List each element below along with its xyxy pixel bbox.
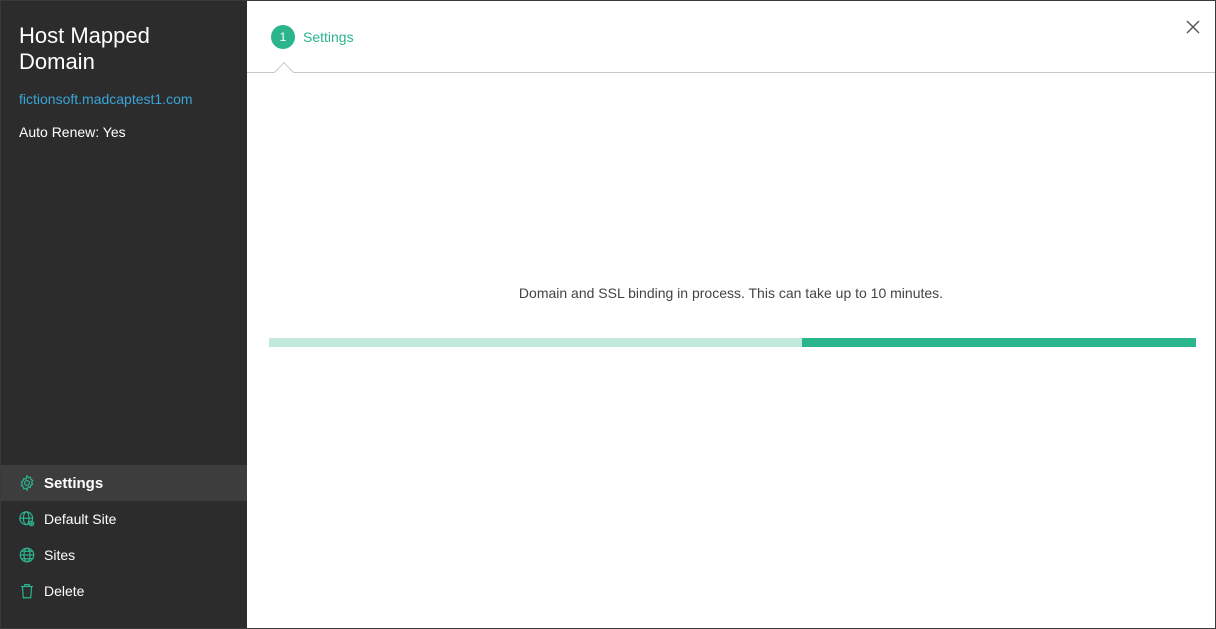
page-title: Host Mapped Domain <box>19 23 150 74</box>
sidebar-item-label: Delete <box>44 583 85 599</box>
sidebar-item-sites[interactable]: Sites <box>1 537 247 573</box>
step-settings[interactable]: 1 Settings <box>271 25 354 49</box>
globe-settings-icon <box>18 510 36 528</box>
sidebar-item-label: Sites <box>44 547 76 563</box>
progress-fill <box>802 338 1196 347</box>
step-label: Settings <box>303 29 354 45</box>
gear-icon <box>18 474 36 492</box>
trash-icon <box>18 582 36 600</box>
sidebar-item-label: Settings <box>44 474 104 492</box>
globe-icon <box>18 546 36 564</box>
dialog-window: Host Mapped Domain fictionsoft.madcaptes… <box>0 0 1216 629</box>
step-header: 1 Settings <box>247 1 1215 73</box>
sidebar-item-delete[interactable]: Delete <box>1 573 247 609</box>
main-panel: 1 Settings Domain and SSL binding in pro… <box>247 1 1215 628</box>
close-icon[interactable] <box>1185 19 1201 35</box>
sidebar: Host Mapped Domain fictionsoft.madcaptes… <box>1 1 247 628</box>
sidebar-item-label: Default Site <box>44 511 117 527</box>
sidebar-item-default-site[interactable]: Default Site <box>1 501 247 537</box>
step-number: 1 <box>271 25 295 49</box>
sidebar-nav: Settings Default Site Sites Delete <box>1 465 247 609</box>
domain-link[interactable]: fictionsoft.madcaptest1.com <box>19 91 193 107</box>
status-message: Domain and SSL binding in process. This … <box>518 285 944 301</box>
progress-bar <box>269 338 1196 347</box>
auto-renew-status: Auto Renew: Yes <box>19 124 126 140</box>
sidebar-item-settings[interactable]: Settings <box>1 465 247 501</box>
